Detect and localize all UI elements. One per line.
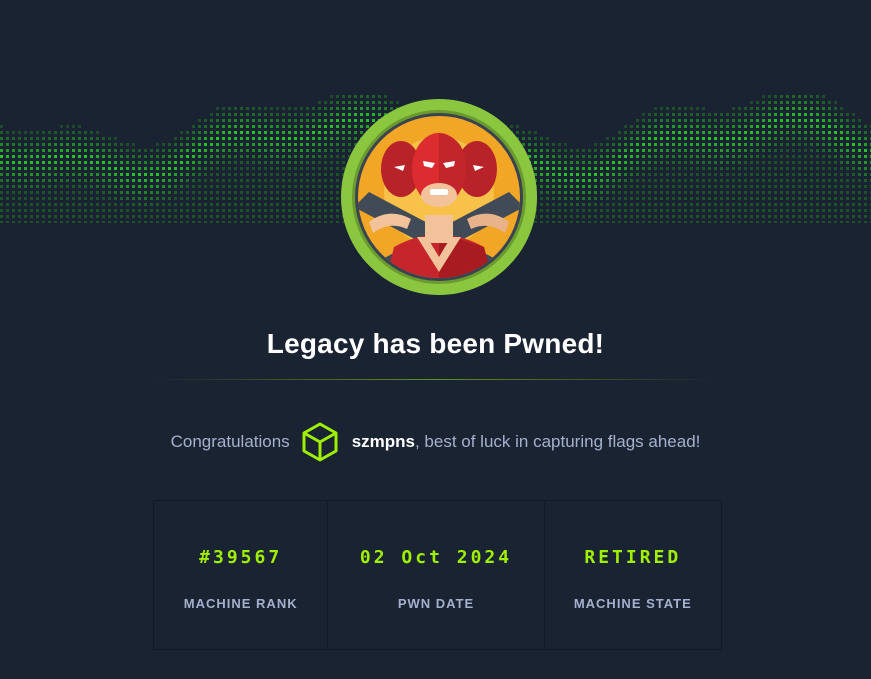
congrats-prefix: Congratulations — [170, 432, 290, 451]
stat-label: MACHINE RANK — [183, 596, 298, 611]
pwn-stats-panel: #39567 MACHINE RANK 02 Oct 2024 PWN DATE… — [153, 500, 722, 650]
stat-value: 02 Oct 2024 — [359, 547, 513, 568]
stat-value: #39567 — [199, 547, 283, 568]
page-title: Legacy has been Pwned! — [266, 328, 605, 359]
username-link[interactable]: szmpns — [352, 432, 415, 452]
machine-avatar-icon — [339, 97, 539, 297]
stat-label: PWN DATE — [397, 596, 475, 611]
stat-label: MACHINE STATE — [573, 596, 692, 611]
title-divider — [155, 379, 716, 380]
user-cube-icon — [301, 421, 339, 463]
stat-machine-state: RETIRED MACHINE STATE — [545, 501, 721, 649]
stat-value: RETIRED — [584, 547, 682, 568]
congratulations-message: Congratulations szmpns , best of luck in… — [0, 418, 871, 466]
stat-machine-rank: #39567 MACHINE RANK — [154, 501, 329, 649]
stat-pwn-date: 02 Oct 2024 PWN DATE — [328, 501, 545, 649]
congrats-suffix: , best of luck in capturing flags ahead! — [414, 432, 701, 451]
